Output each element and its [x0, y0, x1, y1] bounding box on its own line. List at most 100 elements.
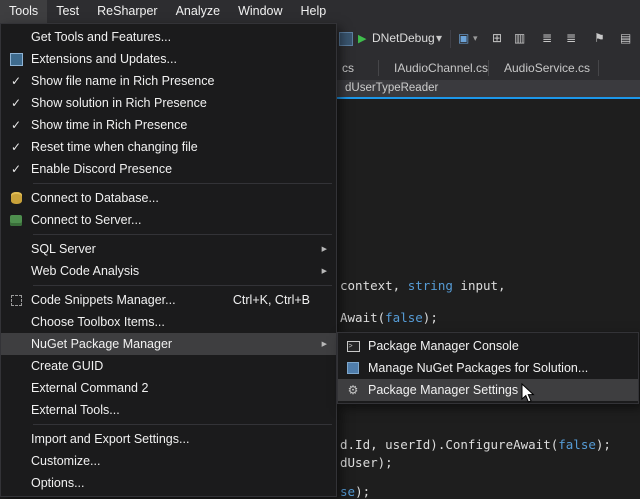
code-text: context,: [340, 278, 408, 293]
menu-item-external-command-2[interactable]: External Command 2: [1, 377, 336, 399]
menu-item-show-time-rich-presence[interactable]: ✓ Show time in Rich Presence: [1, 114, 336, 136]
menu-item-code-snippets-manager[interactable]: Code Snippets Manager... Ctrl+K, Ctrl+B: [1, 289, 336, 311]
vs-window: context, string input, Await(false); d.I…: [0, 0, 640, 497]
menu-resharper[interactable]: ReSharper: [88, 0, 166, 23]
menu-item-label: Import and Export Settings...: [31, 432, 336, 446]
icon-gutter: [1, 215, 31, 226]
outdent-icon[interactable]: ≣: [566, 31, 576, 45]
menu-item-label: External Command 2: [31, 381, 336, 395]
menu-item-label: Extensions and Updates...: [31, 52, 336, 66]
menu-item-choose-toolbox-items[interactable]: Choose Toolbox Items...: [1, 311, 336, 333]
code-line: context, string input,: [340, 278, 506, 293]
menu-item-manage-nuget-packages[interactable]: Manage NuGet Packages for Solution...: [338, 357, 638, 379]
code-text: d.Id, userId).ConfigureAwait(: [340, 437, 558, 452]
menu-item-package-manager-console[interactable]: > Package Manager Console: [338, 335, 638, 357]
nuget-submenu: > Package Manager Console Manage NuGet P…: [337, 332, 639, 404]
menu-item-customize[interactable]: Customize...: [1, 450, 336, 472]
menu-item-label: Customize...: [31, 454, 336, 468]
icon-gutter: [1, 192, 31, 204]
menu-tools[interactable]: Tools: [0, 0, 47, 23]
menu-analyze[interactable]: Analyze: [167, 0, 229, 23]
tab-iaudiochannel[interactable]: IAudioChannel.cs: [394, 56, 488, 80]
extensions-icon: [10, 53, 23, 66]
menu-item-label: Get Tools and Features...: [31, 30, 336, 44]
menu-item-label: Create GUID: [31, 359, 336, 373]
menu-item-import-export-settings[interactable]: Import and Export Settings...: [1, 428, 336, 450]
start-debug-icon[interactable]: ▶: [358, 32, 366, 45]
menu-item-label: Connect to Server...: [31, 213, 336, 227]
check-icon: ✓: [11, 140, 21, 154]
icon-gutter: ✓: [1, 140, 31, 154]
menu-item-package-manager-settings[interactable]: ⚙ Package Manager Settings: [338, 379, 638, 401]
menu-item-label: Web Code Analysis: [31, 264, 336, 278]
code-text: input,: [453, 278, 506, 293]
bookmark-icon[interactable]: ⚑: [594, 31, 605, 45]
menu-item-label: SQL Server: [31, 242, 336, 256]
menu-item-label: NuGet Package Manager: [31, 337, 336, 351]
submenu-arrow-icon: ▶: [322, 245, 327, 253]
comment-icon[interactable]: ▤: [620, 31, 631, 45]
menu-item-label: Choose Toolbox Items...: [31, 315, 336, 329]
menu-item-show-file-name-rich-presence[interactable]: ✓ Show file name in Rich Presence: [1, 70, 336, 92]
menu-item-get-tools-and-features[interactable]: Get Tools and Features...: [1, 26, 336, 48]
menu-separator: [33, 285, 332, 286]
debug-config-select[interactable]: DNetDebug: [372, 31, 435, 45]
icon-gutter: ✓: [1, 96, 31, 110]
menu-test[interactable]: Test: [47, 0, 88, 23]
check-icon: ✓: [11, 74, 21, 88]
menubar: Tools Test ReSharper Analyze Window Help: [0, 0, 640, 23]
toolbar-separator: [450, 30, 451, 48]
menu-item-reset-time-when-changing-file[interactable]: ✓ Reset time when changing file: [1, 136, 336, 158]
tools-menu: Get Tools and Features... Extensions and…: [0, 23, 337, 497]
tab-audioservice[interactable]: AudioService.cs: [504, 56, 590, 80]
check-icon: ✓: [11, 96, 21, 110]
icon-gutter: [1, 295, 31, 306]
menu-item-sql-server[interactable]: SQL Server ▶: [1, 238, 336, 260]
tab-partial[interactable]: cs: [342, 56, 354, 80]
menu-item-show-solution-rich-presence[interactable]: ✓ Show solution in Rich Presence: [1, 92, 336, 114]
menu-item-label: Connect to Database...: [31, 191, 336, 205]
check-icon: ✓: [11, 162, 21, 176]
menu-item-label: Show time in Rich Presence: [31, 118, 336, 132]
indent-icon[interactable]: ≣: [542, 31, 552, 45]
code-text: Await(: [340, 310, 385, 325]
chevron-down-icon[interactable]: ▾: [436, 31, 442, 45]
navigate-icon[interactable]: ⊞: [492, 31, 502, 45]
code-text: );: [596, 437, 611, 452]
menu-help[interactable]: Help: [292, 0, 336, 23]
menu-separator: [33, 234, 332, 235]
tab-divider: [378, 60, 379, 76]
menu-item-external-tools[interactable]: External Tools...: [1, 399, 336, 421]
server-icon: [10, 215, 22, 226]
menu-item-shortcut: Ctrl+K, Ctrl+B: [233, 293, 336, 307]
code-line: dUser);: [340, 455, 393, 470]
menu-item-extensions-and-updates[interactable]: Extensions and Updates...: [1, 48, 336, 70]
menu-separator: [33, 424, 332, 425]
menu-item-web-code-analysis[interactable]: Web Code Analysis ▶: [1, 260, 336, 282]
menu-window[interactable]: Window: [229, 0, 291, 23]
menu-item-label: Package Manager Settings: [368, 383, 638, 397]
menu-item-connect-to-database[interactable]: Connect to Database...: [1, 187, 336, 209]
icon-gutter: >: [338, 341, 368, 352]
menu-item-nuget-package-manager[interactable]: NuGet Package Manager ▶: [1, 333, 336, 355]
icon-gutter: ✓: [1, 118, 31, 132]
database-icon: [11, 192, 22, 204]
code-keyword: false: [558, 437, 596, 452]
code-snippets-icon: [11, 295, 22, 306]
menu-item-label: Package Manager Console: [368, 339, 638, 353]
submenu-arrow-icon: ▶: [322, 267, 327, 275]
menu-item-enable-discord-presence[interactable]: ✓ Enable Discord Presence: [1, 158, 336, 180]
find-in-files-icon[interactable]: ▣: [458, 31, 469, 45]
menu-item-label: Code Snippets Manager...: [31, 293, 233, 307]
code-line: d.Id, userId).ConfigureAwait(false);: [340, 437, 611, 452]
code-line: Await(false);: [340, 310, 438, 325]
menu-separator: [33, 183, 332, 184]
menu-item-label: Show file name in Rich Presence: [31, 74, 336, 88]
menu-item-options[interactable]: Options...: [1, 472, 336, 494]
icon-gutter: ✓: [1, 162, 31, 176]
window-layout-icon[interactable]: ▥: [514, 31, 525, 45]
menu-item-create-guid[interactable]: Create GUID: [1, 355, 336, 377]
chevron-down-icon[interactable]: ▾: [473, 34, 478, 44]
debug-target-icon[interactable]: [339, 32, 353, 46]
menu-item-connect-to-server[interactable]: Connect to Server...: [1, 209, 336, 231]
